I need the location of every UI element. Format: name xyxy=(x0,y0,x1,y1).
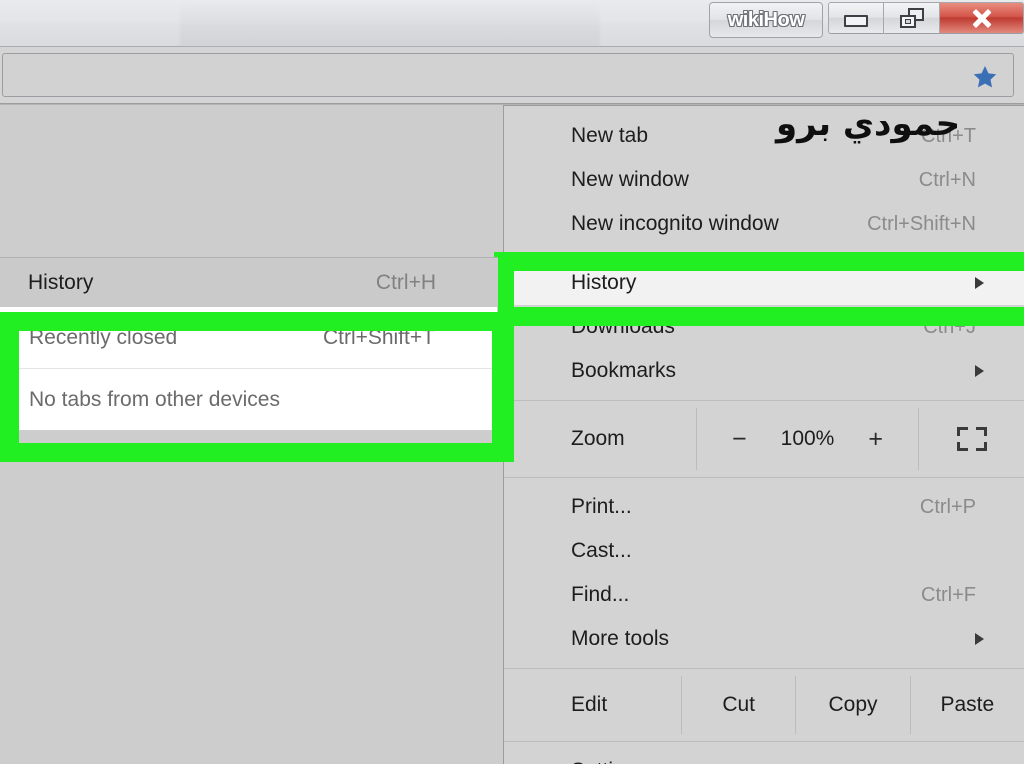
browser-screenshot: wikiHow New tab Ctrl+T New window Ctrl+N… xyxy=(0,0,1024,764)
paste-button[interactable]: Paste xyxy=(909,676,1024,734)
menu-item-label: Settings xyxy=(571,759,647,764)
menu-item-bookmarks[interactable]: Bookmarks xyxy=(504,349,1024,393)
window-titlebar: wikiHow xyxy=(0,0,1024,47)
menu-item-accel: Ctrl+F xyxy=(921,583,976,606)
menu-item-label: New window xyxy=(571,168,689,191)
menu-separator xyxy=(504,477,1024,478)
menu-item-label: New incognito window xyxy=(571,212,779,235)
fullscreen-icon xyxy=(956,427,987,451)
menu-item-accel: Ctrl+Shift+N xyxy=(867,212,976,235)
zoom-label: Zoom xyxy=(571,427,625,450)
star-icon xyxy=(973,65,997,87)
fullscreen-button[interactable] xyxy=(918,408,1024,470)
menu-item-find[interactable]: Find... Ctrl+F xyxy=(504,573,1024,617)
restore-icon xyxy=(899,8,924,28)
bookmark-star-button[interactable] xyxy=(971,63,999,90)
highlight-box-history-submenu xyxy=(0,312,511,462)
cut-button[interactable]: Cut xyxy=(681,676,795,734)
minimize-icon xyxy=(844,15,868,27)
history-header-accel: Ctrl+H xyxy=(375,270,436,294)
close-icon xyxy=(969,5,995,31)
edit-label: Edit xyxy=(571,693,608,716)
menu-item-label: Find... xyxy=(571,583,630,606)
copy-button[interactable]: Copy xyxy=(795,676,909,734)
history-header-label: History xyxy=(28,270,94,294)
zoom-percent-value: 100% xyxy=(780,427,835,450)
menu-item-label: New tab xyxy=(571,124,649,147)
restore-button[interactable] xyxy=(884,2,940,34)
chrome-main-menu: New tab Ctrl+T New window Ctrl+N New inc… xyxy=(503,105,1024,764)
history-submenu-header[interactable]: History Ctrl+H xyxy=(0,257,498,307)
address-bar[interactable] xyxy=(2,53,1014,97)
minimize-button[interactable] xyxy=(828,2,884,34)
menu-item-label: Print... xyxy=(571,495,632,518)
zoom-in-button[interactable]: + xyxy=(868,426,883,452)
zoom-out-button[interactable]: − xyxy=(732,426,747,452)
arabic-watermark: حمودي برو xyxy=(776,104,961,144)
wikihow-watermark-badge: wikiHow xyxy=(709,2,823,38)
menu-item-more-tools[interactable]: More tools xyxy=(504,617,1024,661)
browser-tab-shape[interactable] xyxy=(180,2,600,47)
menu-row-zoom: Zoom − 100% + xyxy=(504,408,1024,470)
menu-item-label: Bookmarks xyxy=(571,359,677,382)
menu-item-label: More tools xyxy=(571,627,670,650)
chevron-right-icon xyxy=(975,633,984,645)
menu-item-accel: Ctrl+N xyxy=(918,168,976,191)
menu-item-settings[interactable]: Settings xyxy=(504,749,1024,764)
menu-item-cast[interactable]: Cast... xyxy=(504,529,1024,573)
menu-item-label: Cast... xyxy=(571,539,632,562)
close-button[interactable] xyxy=(940,2,1024,34)
menu-row-edit: Edit Cut Copy Paste xyxy=(504,676,1024,734)
zoom-controls: − 100% + xyxy=(696,408,918,470)
menu-separator xyxy=(504,668,1024,669)
highlight-box-history-menu-item xyxy=(494,252,1024,326)
menu-separator xyxy=(504,741,1024,742)
menu-item-new-incognito-window[interactable]: New incognito window Ctrl+Shift+N xyxy=(504,202,1024,246)
browser-toolbar xyxy=(0,47,1024,104)
menu-item-new-window[interactable]: New window Ctrl+N xyxy=(504,158,1024,202)
chevron-right-icon xyxy=(975,365,984,377)
menu-item-accel: Ctrl+P xyxy=(919,495,976,518)
menu-item-print[interactable]: Print... Ctrl+P xyxy=(504,485,1024,529)
menu-separator xyxy=(504,400,1024,401)
window-controls: wikiHow xyxy=(709,1,1024,39)
